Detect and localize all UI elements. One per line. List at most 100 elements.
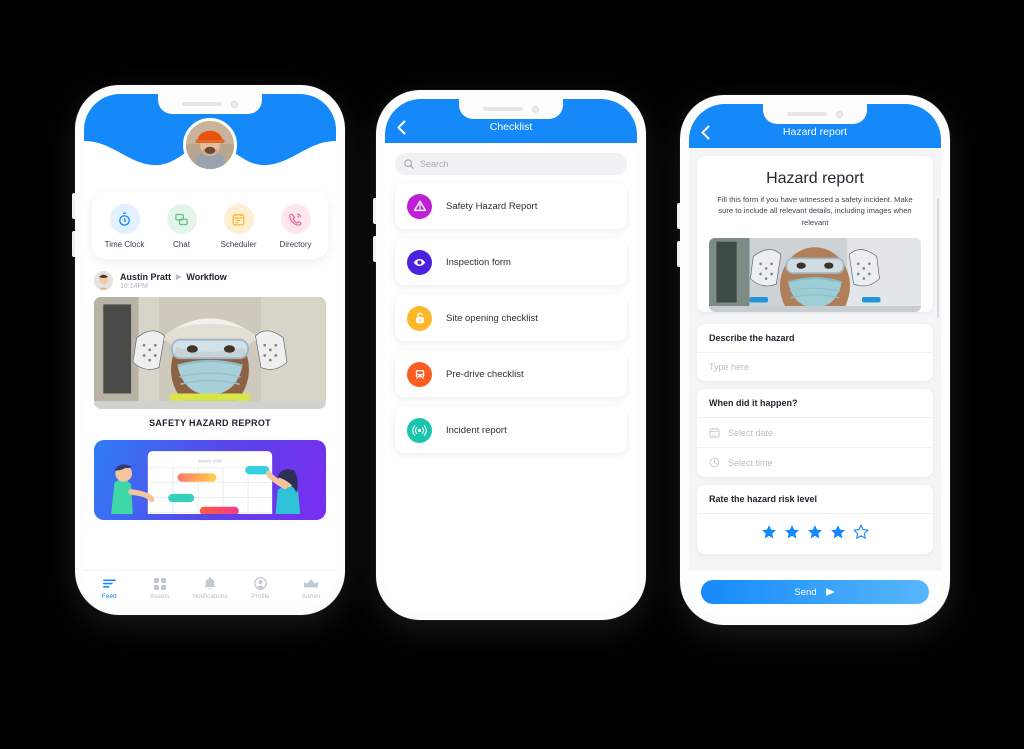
post-author: Austin Pratt bbox=[120, 271, 172, 282]
list-item[interactable]: Site opening checklist bbox=[395, 295, 627, 341]
weekly-shifts-illustration: Weekly shifts bbox=[110, 451, 301, 520]
field-placeholder: Select time bbox=[728, 457, 773, 468]
list-item[interactable]: Incident report bbox=[395, 407, 627, 453]
quick-action-directory[interactable]: Directory bbox=[267, 204, 324, 249]
warning-triangle-icon-circle bbox=[407, 193, 432, 219]
send-label: Send bbox=[794, 586, 817, 598]
star-filled-icon[interactable] bbox=[830, 524, 846, 540]
list-item[interactable]: Pre-drive checklist bbox=[395, 351, 627, 397]
tab-assets[interactable]: Assets bbox=[134, 577, 184, 600]
lock-icon-circle bbox=[407, 305, 432, 331]
scrollbar[interactable] bbox=[937, 198, 939, 318]
select-date-input[interactable]: Select date bbox=[697, 418, 933, 449]
form-image[interactable] bbox=[709, 238, 921, 313]
bottom-tab-bar: Feed Assets Notifications Profile Admin bbox=[84, 570, 336, 606]
quick-actions: Time Clock Chat Scheduler Directory bbox=[92, 192, 328, 259]
search-input[interactable]: Search bbox=[395, 153, 627, 175]
field-placeholder: Select date bbox=[728, 427, 774, 438]
back-button[interactable] bbox=[397, 120, 413, 135]
tab-profile[interactable]: Profile bbox=[235, 577, 285, 600]
crown-icon bbox=[286, 577, 336, 590]
post-avatar[interactable] bbox=[94, 271, 113, 290]
back-button[interactable] bbox=[701, 125, 717, 140]
broadcast-icon-circle bbox=[407, 417, 432, 443]
post-separator-icon: ▶ bbox=[176, 273, 182, 281]
star-rating[interactable] bbox=[697, 514, 933, 554]
feed-post: Austin Pratt ▶ Workflow 10:14PM SAFETY H… bbox=[84, 271, 336, 438]
stopwatch-icon-circle bbox=[109, 204, 140, 234]
form-title: Hazard report bbox=[766, 170, 864, 187]
checklist-items: Safety Hazard Report Inspection form Sit… bbox=[385, 181, 637, 465]
describe-hazard-card: Describe the hazard Type here bbox=[697, 324, 933, 382]
tab-label: Feed bbox=[101, 593, 117, 600]
star-filled-icon[interactable] bbox=[761, 524, 777, 540]
hazard-form: Hazard report Fill this form if you have… bbox=[689, 148, 941, 616]
speaker-slot bbox=[182, 102, 222, 106]
list-item-label: Site opening checklist bbox=[446, 312, 538, 324]
grid-icon bbox=[134, 577, 184, 590]
camera-dot bbox=[532, 105, 539, 113]
risk-rating-card: Rate the hazard risk level bbox=[697, 485, 933, 555]
post-caption: SAFETY HAZARD REPROT bbox=[149, 418, 271, 428]
phone-icon-circle bbox=[280, 204, 311, 234]
broadcast-icon bbox=[412, 424, 427, 436]
speaker-slot bbox=[787, 112, 827, 116]
quick-action-chat[interactable]: Chat bbox=[153, 204, 210, 249]
list-item[interactable]: Inspection form bbox=[395, 239, 627, 285]
lock-icon bbox=[415, 312, 424, 324]
search-bar-wrap: Search bbox=[385, 143, 637, 181]
post-header: Austin Pratt ▶ Workflow 10:14PM bbox=[94, 271, 326, 290]
warning-triangle-icon bbox=[413, 200, 426, 212]
list-item-label: Inspection form bbox=[446, 256, 511, 268]
search-placeholder: Search bbox=[420, 159, 449, 169]
quick-action-label: Chat bbox=[173, 240, 190, 249]
quick-action-scheduler[interactable]: Scheduler bbox=[210, 204, 267, 249]
feed-icon bbox=[84, 577, 134, 590]
chevron-left-icon bbox=[397, 120, 406, 134]
quick-action-time-clock[interactable]: Time Clock bbox=[96, 204, 153, 249]
list-item[interactable]: Safety Hazard Report bbox=[395, 183, 627, 229]
avatar[interactable] bbox=[183, 118, 237, 172]
notch bbox=[459, 99, 563, 119]
phone-hazard-report: Hazard report Hazard report Fill this fo… bbox=[677, 95, 950, 625]
promo-banner[interactable]: Weekly shifts bbox=[94, 440, 326, 520]
bell-icon bbox=[185, 577, 235, 590]
tab-admin[interactable]: Admin bbox=[286, 577, 336, 600]
person-left bbox=[110, 464, 155, 518]
tab-label: Notifications bbox=[192, 593, 228, 600]
hazard-report-screen: Hazard report Hazard report Fill this fo… bbox=[689, 104, 941, 616]
list-item-label: Incident report bbox=[446, 424, 507, 436]
star-filled-icon[interactable] bbox=[784, 524, 800, 540]
tab-feed[interactable]: Feed bbox=[84, 577, 134, 600]
post-timestamp: 10:14PM bbox=[120, 282, 149, 290]
canvas: Time Clock Chat Scheduler Directory Aust… bbox=[0, 0, 1024, 749]
camera-dot bbox=[231, 100, 238, 108]
post-image[interactable] bbox=[94, 297, 326, 409]
post-author-line: Austin Pratt ▶ Workflow bbox=[120, 272, 227, 282]
chevron-left-icon bbox=[701, 125, 710, 139]
field-placeholder: Type here bbox=[709, 362, 750, 373]
bus-icon bbox=[415, 369, 424, 379]
field-label: Rate the hazard risk level bbox=[697, 485, 933, 515]
person-right bbox=[265, 469, 301, 520]
field-label: Describe the hazard bbox=[697, 324, 933, 354]
send-button[interactable]: Send bbox=[701, 580, 929, 604]
star-empty-icon[interactable] bbox=[853, 524, 869, 540]
tab-label: Admin bbox=[301, 593, 321, 600]
eye-icon-circle bbox=[407, 249, 432, 275]
chat-icon-circle bbox=[166, 204, 197, 234]
feed-screen: Time Clock Chat Scheduler Directory Aust… bbox=[84, 94, 336, 606]
select-time-input[interactable]: Select time bbox=[697, 448, 933, 477]
person-icon bbox=[235, 577, 285, 590]
quick-action-label: Directory bbox=[279, 240, 312, 249]
notch bbox=[158, 94, 262, 114]
chat-icon bbox=[175, 213, 188, 225]
phone-checklist: Checklist Search Safety Hazard Report In… bbox=[373, 90, 646, 620]
phone-feed: Time Clock Chat Scheduler Directory Aust… bbox=[72, 85, 345, 615]
calendar-icon bbox=[709, 427, 720, 438]
tab-notifications[interactable]: Notifications bbox=[185, 577, 235, 600]
form-description: Fill this form if you have witnessed a s… bbox=[717, 195, 913, 227]
star-filled-icon[interactable] bbox=[807, 524, 823, 540]
quick-action-label: Scheduler bbox=[220, 240, 257, 249]
describe-hazard-input[interactable]: Type here bbox=[697, 353, 933, 381]
